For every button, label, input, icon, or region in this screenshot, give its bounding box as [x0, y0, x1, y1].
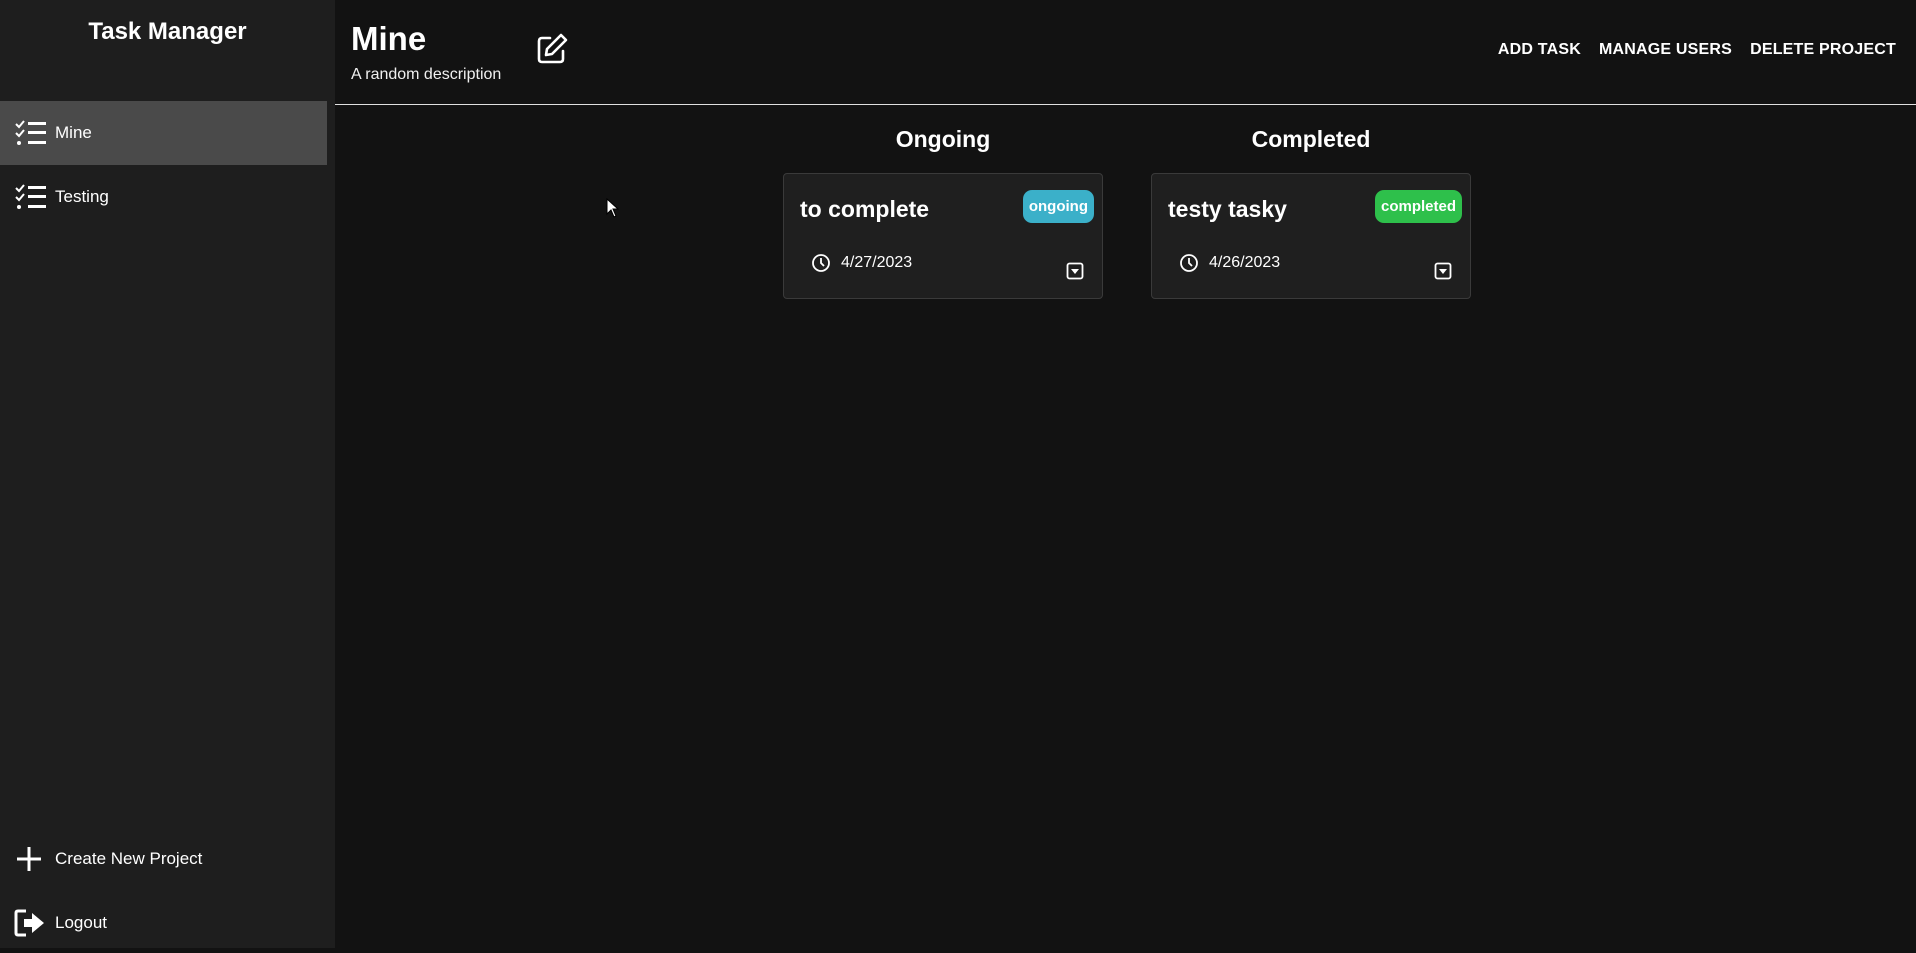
sidebar-item-label: Testing: [55, 187, 109, 206]
sidebar: Task Manager Mine Testing Create New Pro…: [0, 0, 335, 948]
column-title-ongoing: Ongoing: [895, 126, 991, 152]
app-title: Task Manager: [88, 18, 247, 45]
clock-icon: [810, 252, 832, 274]
caret-down-box-icon: [1434, 262, 1452, 285]
sidebar-item-testing[interactable]: Testing: [0, 165, 327, 229]
edit-project-button[interactable]: [533, 32, 571, 70]
delete-project-button[interactable]: DELETE PROJECT: [1750, 41, 1896, 59]
task-date-text: 4/26/2023: [1209, 254, 1281, 271]
sidebar-item-mine[interactable]: Mine: [0, 101, 327, 165]
expand-task-button[interactable]: [1434, 262, 1452, 285]
status-badge: ongoing: [1022, 190, 1094, 223]
checklist-icon: [14, 182, 48, 212]
task-due-date: 4/26/2023: [1178, 252, 1280, 274]
add-task-button[interactable]: ADD TASK: [1498, 41, 1581, 59]
mouse-cursor-icon: [606, 197, 620, 218]
task-card[interactable]: testy tasky completed 4/26/2023: [1151, 173, 1471, 299]
project-header: Mine A random description ADD TASK MANAG…: [335, 0, 1916, 105]
clock-icon: [1178, 252, 1200, 274]
logout-button[interactable]: Logout: [0, 893, 335, 953]
create-project-label: Create New Project: [55, 849, 203, 868]
project-description: A random description: [351, 66, 502, 83]
checklist-icon: [14, 118, 48, 148]
manage-users-button[interactable]: MANAGE USERS: [1599, 41, 1732, 59]
page-title: Mine: [351, 20, 427, 57]
task-due-date: 4/27/2023: [810, 252, 912, 274]
task-title: to complete: [800, 196, 930, 222]
create-project-button[interactable]: Create New Project: [0, 829, 335, 889]
expand-task-button[interactable]: [1066, 262, 1084, 285]
plus-icon: [14, 844, 48, 874]
sidebar-item-label: Mine: [55, 123, 92, 142]
column-title-completed: Completed: [1251, 126, 1371, 152]
status-badge: completed: [1374, 190, 1462, 223]
edit-icon: [534, 31, 570, 72]
logout-icon: [14, 908, 48, 938]
task-title: testy tasky: [1168, 196, 1287, 222]
task-date-text: 4/27/2023: [841, 254, 913, 271]
header-actions: ADD TASK MANAGE USERS DELETE PROJECT: [1498, 41, 1896, 59]
task-card[interactable]: to complete ongoing 4/27/2023: [783, 173, 1103, 299]
logout-label: Logout: [55, 913, 107, 932]
caret-down-box-icon: [1066, 262, 1084, 285]
